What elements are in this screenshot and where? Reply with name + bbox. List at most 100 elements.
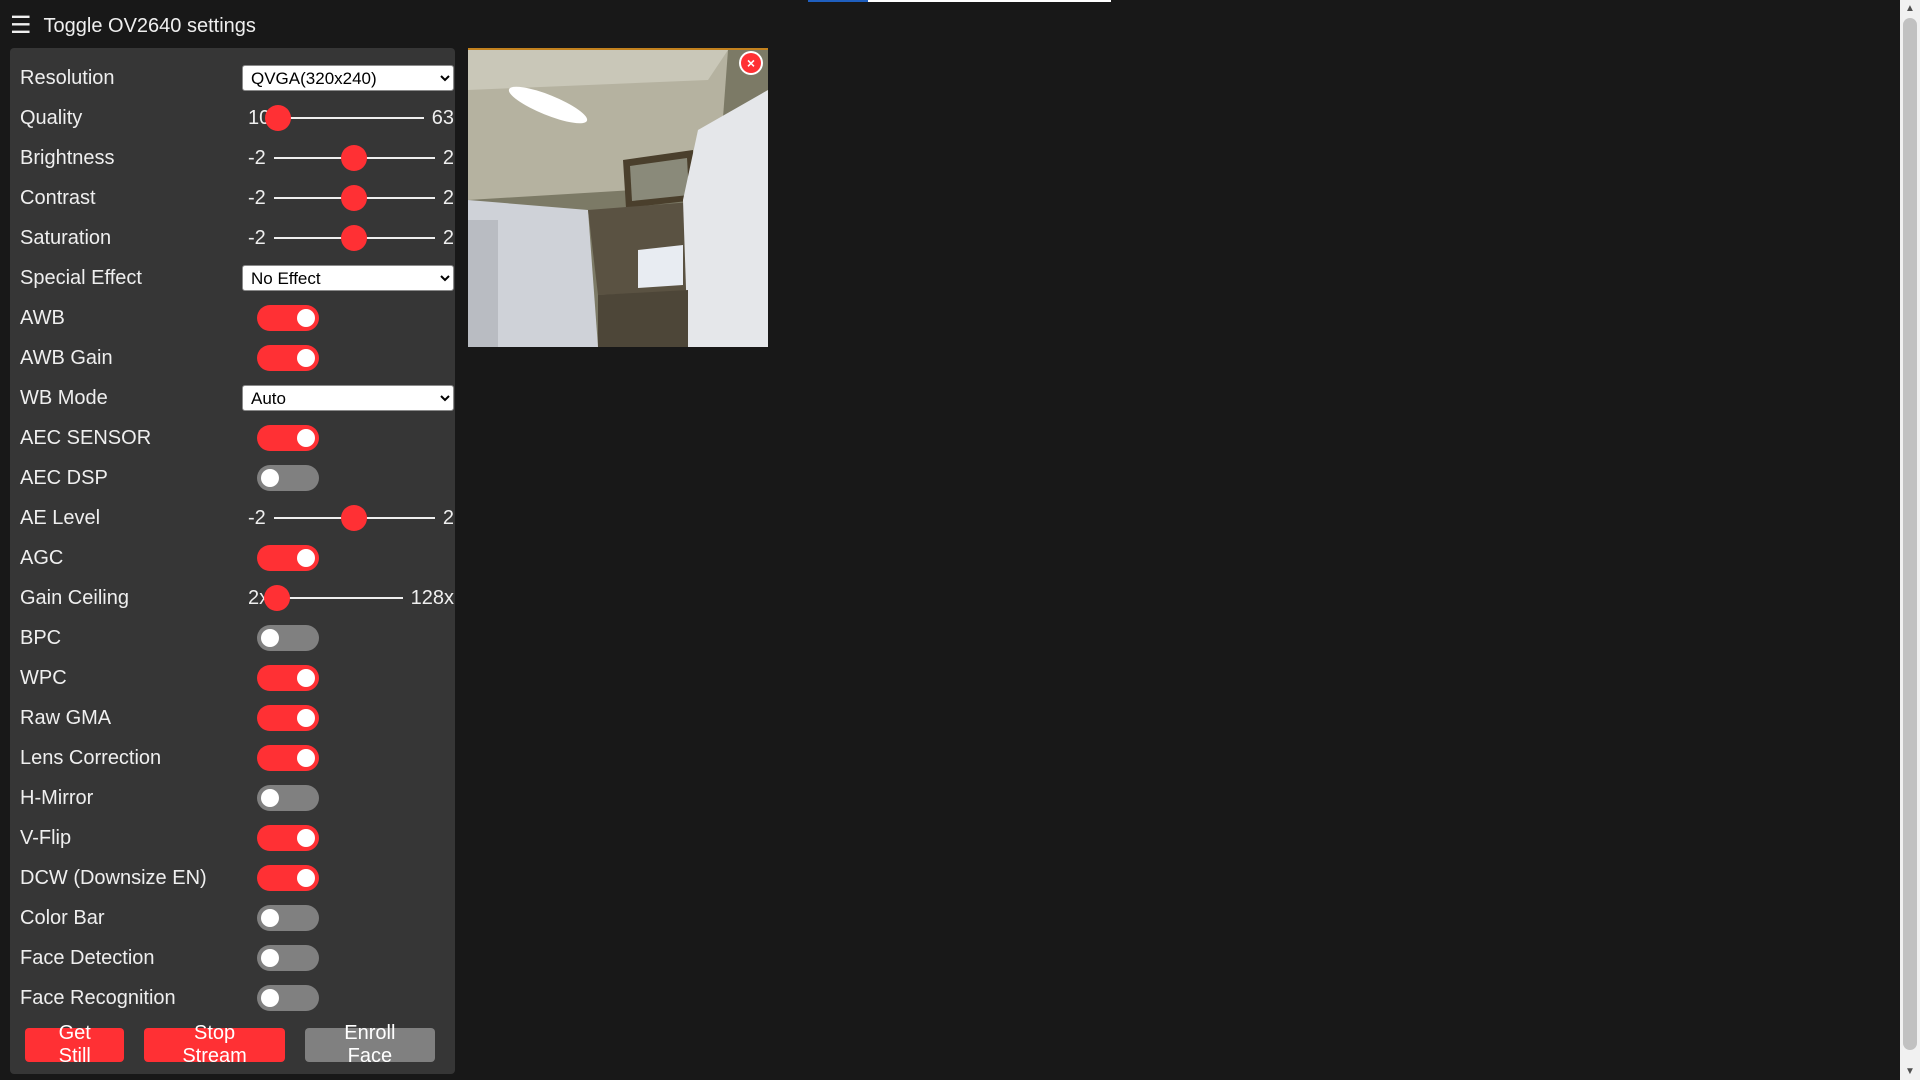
dcw-row: DCW (Downsize EN) — [20, 858, 445, 898]
resolution-row: Resolution QVGA(320x240) — [20, 58, 454, 98]
aec-sensor-toggle-knob — [297, 429, 315, 447]
wb-mode-select[interactable]: Auto — [242, 385, 454, 411]
awb-gain-label: AWB Gain — [20, 346, 113, 369]
ae-level-row: AE Level -2 2 — [20, 498, 454, 538]
contrast-thumb[interactable] — [341, 185, 368, 211]
wpc-toggle[interactable] — [257, 665, 319, 691]
lens-correction-label: Lens Correction — [20, 746, 162, 769]
aec-dsp-toggle[interactable] — [257, 465, 319, 491]
quality-slider[interactable]: 10 63 — [242, 98, 454, 138]
wpc-toggle-knob — [297, 669, 315, 687]
bpc-label: BPC — [20, 626, 62, 649]
brightness-slider[interactable]: -2 2 — [242, 138, 454, 178]
resolution-select[interactable]: QVGA(320x240) — [242, 65, 454, 91]
page-scrollbar[interactable]: ▲ ▼ — [1900, 0, 1920, 1080]
contrast-label: Contrast — [20, 186, 96, 209]
face-detection-label: Face Detection — [20, 946, 155, 969]
agc-toggle[interactable] — [257, 545, 319, 571]
stop-stream-button[interactable]: Stop Stream — [144, 1022, 285, 1067]
toggle-settings-label[interactable]: Toggle OV2640 settings — [44, 15, 256, 38]
brightness-max: 2 — [442, 146, 454, 169]
aec-sensor-label: AEC SENSOR — [20, 426, 152, 449]
quality-track[interactable] — [265, 105, 424, 131]
color-bar-label: Color Bar — [20, 906, 105, 929]
h-mirror-row: H-Mirror — [20, 778, 445, 818]
saturation-min: -2 — [248, 226, 266, 249]
awb-toggle[interactable] — [257, 305, 319, 331]
h-mirror-toggle-knob — [261, 789, 279, 807]
action-buttons: Get Still Stop Stream Enroll Face — [25, 1022, 455, 1067]
h-mirror-toggle[interactable] — [257, 785, 319, 811]
v-flip-toggle[interactable] — [257, 825, 319, 851]
aec-sensor-row: AEC SENSOR — [20, 418, 445, 458]
v-flip-toggle-knob — [297, 829, 315, 847]
bpc-toggle[interactable] — [257, 625, 319, 651]
brightness-row: Brightness -2 2 — [20, 138, 454, 178]
contrast-max: 2 — [442, 186, 454, 209]
face-recognition-toggle[interactable] — [257, 985, 319, 1011]
ae-level-thumb[interactable] — [341, 505, 368, 531]
contrast-track[interactable] — [273, 185, 435, 211]
scrollbar-thumb[interactable] — [1903, 18, 1917, 1050]
scroll-down-icon[interactable]: ▼ — [1900, 1063, 1920, 1080]
camera-stream-image — [468, 48, 768, 347]
raw-gma-toggle-knob — [297, 709, 315, 727]
brightness-thumb[interactable] — [341, 145, 368, 171]
aec-dsp-row: AEC DSP — [20, 458, 445, 498]
raw-gma-toggle[interactable] — [257, 705, 319, 731]
quality-label: Quality — [20, 106, 83, 129]
resolution-label: Resolution — [20, 66, 115, 89]
saturation-thumb[interactable] — [341, 225, 368, 251]
camera-frame-picture — [468, 50, 768, 347]
gain-ceiling-slider[interactable]: 2x 128x — [242, 578, 454, 618]
gain-ceiling-thumb[interactable] — [264, 585, 291, 611]
quality-thumb[interactable] — [265, 105, 292, 131]
saturation-slider[interactable]: -2 2 — [242, 218, 454, 258]
ae-level-track[interactable] — [273, 505, 435, 531]
contrast-slider[interactable]: -2 2 — [242, 178, 454, 218]
saturation-max: 2 — [442, 226, 454, 249]
dcw-toggle[interactable] — [257, 865, 319, 891]
get-still-button[interactable]: Get Still — [25, 1022, 125, 1067]
gain-ceiling-row: Gain Ceiling 2x 128x — [20, 578, 454, 618]
wpc-row: WPC — [20, 658, 445, 698]
bpc-row: BPC — [20, 618, 445, 658]
gain-ceiling-label: Gain Ceiling — [20, 586, 129, 609]
quality-max: 63 — [431, 106, 454, 129]
close-stream-button[interactable]: × — [741, 53, 761, 73]
saturation-row: Saturation -2 2 — [20, 218, 454, 258]
aec-sensor-toggle[interactable] — [257, 425, 319, 451]
agc-label: AGC — [20, 546, 64, 569]
special-effect-label: Special Effect — [20, 266, 142, 289]
face-detection-toggle[interactable] — [257, 945, 319, 971]
awb-row: AWB — [20, 298, 445, 338]
bpc-toggle-knob — [261, 629, 279, 647]
quality-row: Quality 10 63 — [20, 98, 454, 138]
awb-gain-toggle-knob — [297, 349, 315, 367]
toggle-settings-menu[interactable]: ☰ Toggle OV2640 settings — [10, 11, 256, 41]
ae-level-slider[interactable]: -2 2 — [242, 498, 454, 538]
special-effect-select[interactable]: No Effect — [242, 265, 454, 291]
brightness-track[interactable] — [273, 145, 435, 171]
wb-mode-row: WB Mode Auto — [20, 378, 454, 418]
saturation-track[interactable] — [273, 225, 435, 251]
face-recognition-row: Face Recognition — [20, 978, 445, 1018]
gain-ceiling-track[interactable] — [264, 585, 403, 611]
color-bar-toggle[interactable] — [257, 905, 319, 931]
hamburger-menu-icon[interactable]: ☰ — [10, 14, 32, 38]
wpc-label: WPC — [20, 666, 67, 689]
aec-dsp-toggle-knob — [261, 469, 279, 487]
enroll-face-button[interactable]: Enroll Face — [304, 1022, 436, 1067]
dcw-toggle-knob — [297, 869, 315, 887]
lens-correction-toggle[interactable] — [257, 745, 319, 771]
agc-toggle-knob — [297, 549, 315, 567]
face-detection-row: Face Detection — [20, 938, 445, 978]
gain-ceiling-max: 128x — [410, 586, 454, 609]
dcw-label: DCW (Downsize EN) — [20, 866, 207, 889]
scroll-up-icon[interactable]: ▲ — [1900, 0, 1920, 17]
awb-gain-toggle[interactable] — [257, 345, 319, 371]
raw-gma-row: Raw GMA — [20, 698, 445, 738]
wb-mode-label: WB Mode — [20, 386, 108, 409]
awb-gain-row: AWB Gain — [20, 338, 445, 378]
brightness-min: -2 — [248, 146, 266, 169]
